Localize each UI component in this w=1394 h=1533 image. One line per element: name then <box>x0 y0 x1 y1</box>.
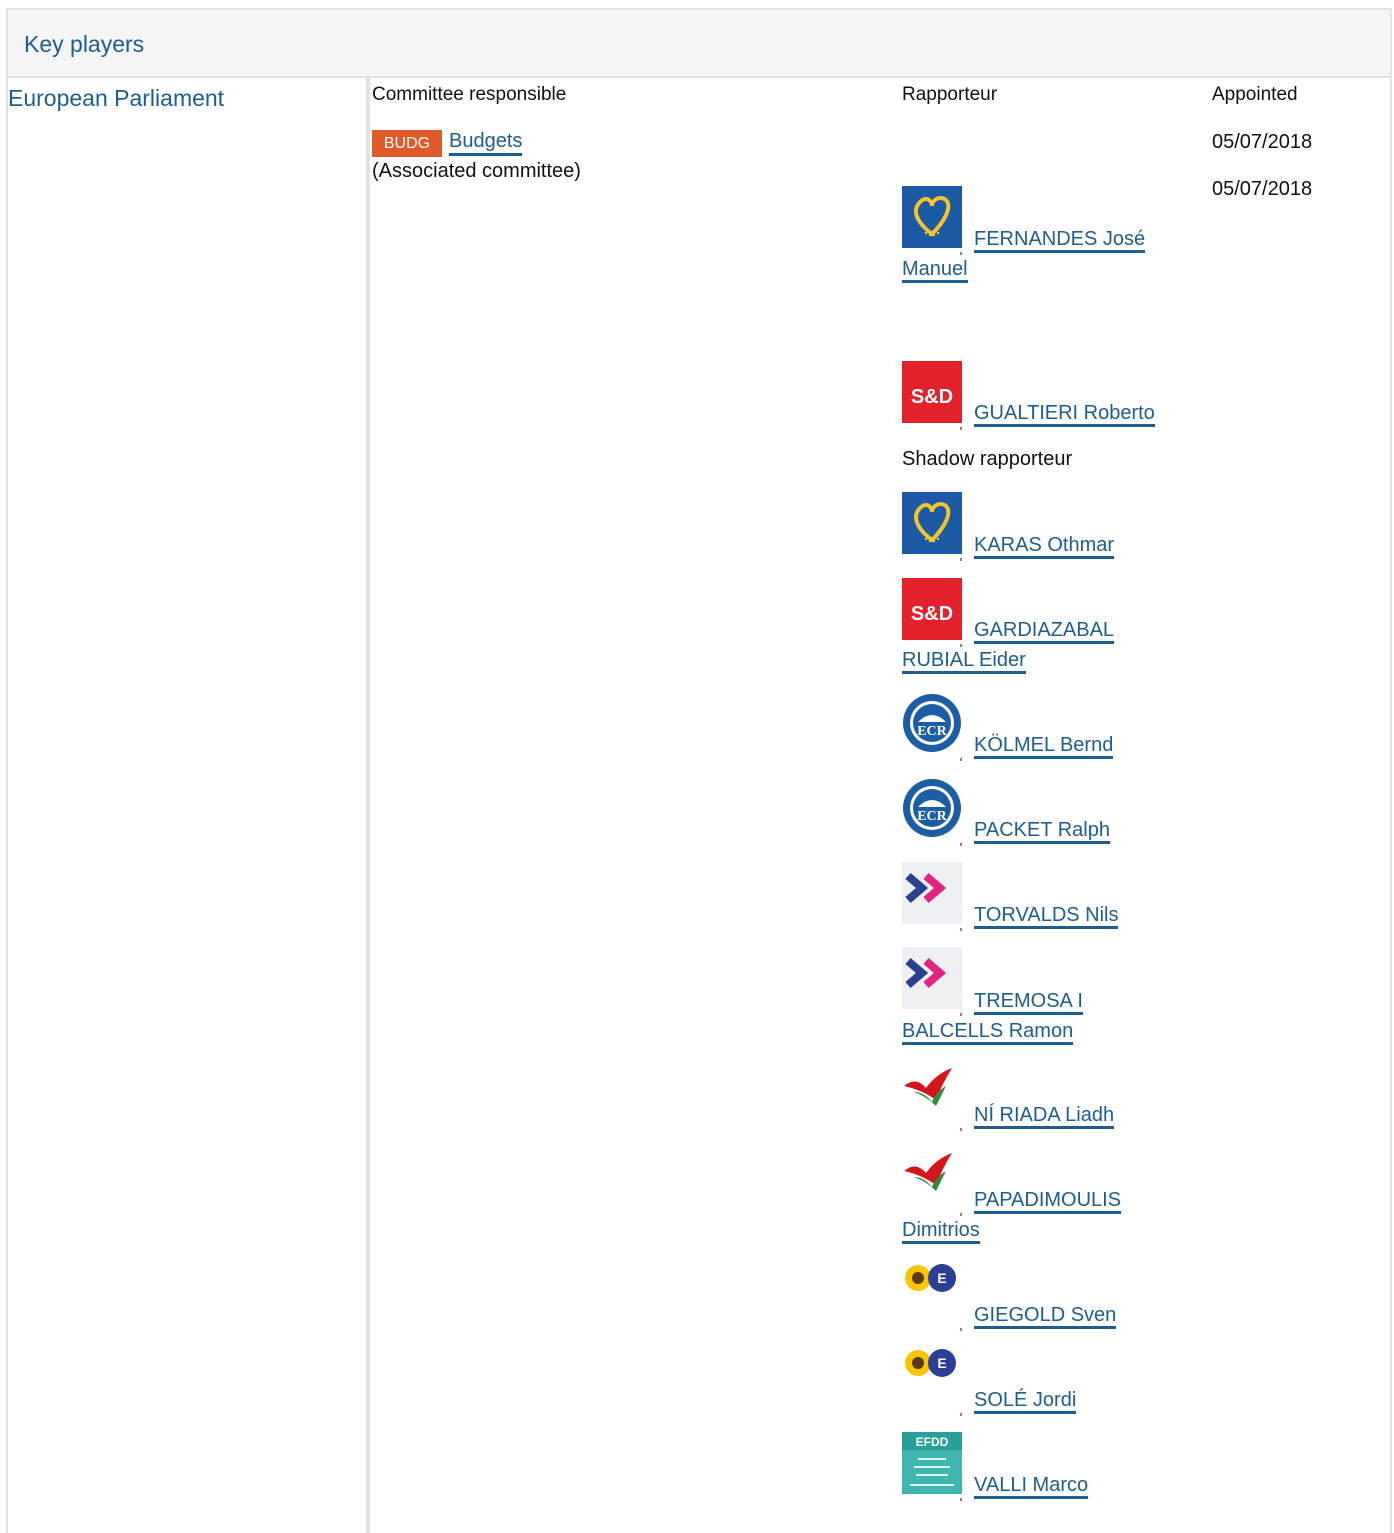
logo-separator <box>960 558 962 561</box>
logo-separator <box>960 1128 962 1131</box>
logo-separator <box>960 252 962 255</box>
logo-separator <box>960 1498 962 1501</box>
shadow-rapporteur-link[interactable]: SOLÉ Jordi <box>974 1389 1077 1414</box>
logo-separator <box>960 427 962 430</box>
shadow-rapporteur-link[interactable]: GIEGOLD Sven <box>974 1304 1117 1329</box>
shadow-rapporteur-link[interactable]: KARAS Othmar <box>974 534 1115 559</box>
logo-separator <box>960 1328 962 1331</box>
committee-link[interactable]: Budgets <box>449 130 523 156</box>
shadow-rapporteur-link[interactable]: PACKET Ralph <box>974 819 1110 844</box>
appointed-column-header: Appointed <box>1212 84 1298 105</box>
shadow-rapporteur-link[interactable]: TORVALDS Nils <box>974 904 1119 929</box>
section-title: Key players <box>24 31 145 57</box>
key-players-panel <box>6 8 1392 1533</box>
svg-text:E: E <box>937 1355 946 1371</box>
shadow-rapporteur-link[interactable]: GARDIAZABAL RUBIAL Eider <box>902 619 1115 674</box>
shadow-rapporteur-link[interactable]: NÍ RIADA Liadh <box>974 1104 1115 1129</box>
svg-text:E: E <box>937 1270 946 1286</box>
section-header: Key players <box>8 10 1390 78</box>
committee-code-badge: BUDG <box>372 130 442 157</box>
rapporteur-link[interactable]: GUALTIERI Roberto <box>974 402 1155 427</box>
logo-separator <box>960 1213 962 1216</box>
logo-separator <box>960 1013 962 1016</box>
logo-separator <box>960 843 962 846</box>
rapporteur-entry: S&D GUALTIERI Roberto <box>902 361 1182 431</box>
shadow-rapporteur-link[interactable]: VALLI Marco <box>974 1474 1089 1499</box>
shadow-rapporteur-label: Shadow rapporteur <box>902 448 1073 470</box>
shadow-rapporteur-link[interactable]: TREMOSA I BALCELLS Ramon <box>902 990 1083 1045</box>
institution-link[interactable]: European Parliament <box>8 85 224 112</box>
rapporteur-entry: FERNANDES José Manuel <box>902 186 1182 286</box>
shadow-rapporteur-link[interactable]: PAPADIMOULIS Dimitrios <box>902 1189 1122 1244</box>
committee-column-header: Committee responsible <box>372 84 567 105</box>
rapporteur-column-header: Rapporteur <box>902 84 998 105</box>
logo-separator <box>960 644 962 647</box>
committee-note: (Associated committee) <box>372 160 581 182</box>
column-divider <box>366 78 370 1533</box>
logo-separator <box>960 758 962 761</box>
shadow-rapporteur-link[interactable]: KÖLMEL Bernd <box>974 734 1114 759</box>
svg-text:EFDD: EFDD <box>916 1435 949 1449</box>
logo-separator <box>960 928 962 931</box>
appointed-date: 05/07/2018 <box>1212 178 1313 200</box>
appointed-date: 05/07/2018 <box>1212 131 1313 153</box>
logo-separator <box>960 1413 962 1416</box>
rapporteur-link[interactable]: FERNANDES José Manuel <box>902 228 1146 283</box>
